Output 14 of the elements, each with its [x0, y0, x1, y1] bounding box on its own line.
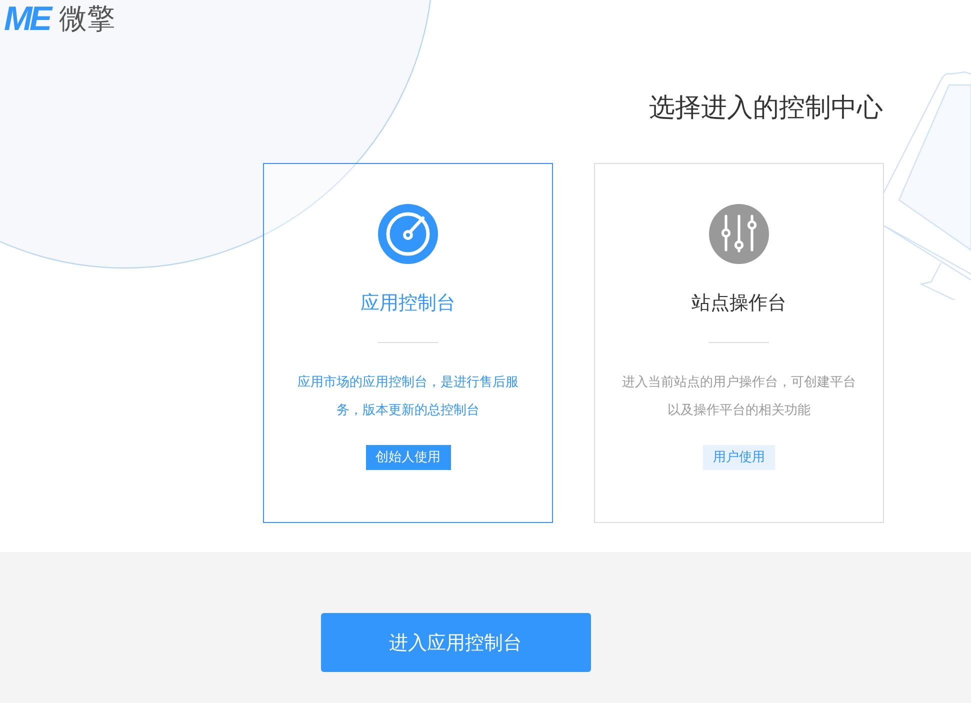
role-tag: 创始人使用	[366, 445, 450, 470]
page-heading: 选择进入的控制中心	[648, 92, 884, 125]
card-title: 应用控制台	[360, 291, 456, 316]
card-description: 进入当前站点的用户操作台，可创建平台以及操作平台的相关功能	[621, 374, 857, 420]
sliders-icon	[709, 204, 769, 264]
console-card[interactable]: 站点操作台 进入当前站点的用户操作台，可创建平台以及操作平台的相关功能 用户使用	[594, 163, 884, 523]
gauge-icon	[378, 204, 438, 264]
card-description: 应用市场的应用控制台，是进行售后服务，版本更新的总控制台	[296, 374, 520, 420]
logo-mark: ME	[4, 2, 49, 36]
brand-name: 微擎	[59, 5, 115, 33]
role-tag: 用户使用	[703, 445, 775, 470]
card-title: 站点操作台	[692, 291, 786, 316]
console-card[interactable]: 应用控制台 应用市场的应用控制台，是进行售后服务，版本更新的总控制台 创始人使用	[263, 163, 553, 523]
enter-console-button[interactable]: 进入应用控制台	[320, 613, 590, 672]
